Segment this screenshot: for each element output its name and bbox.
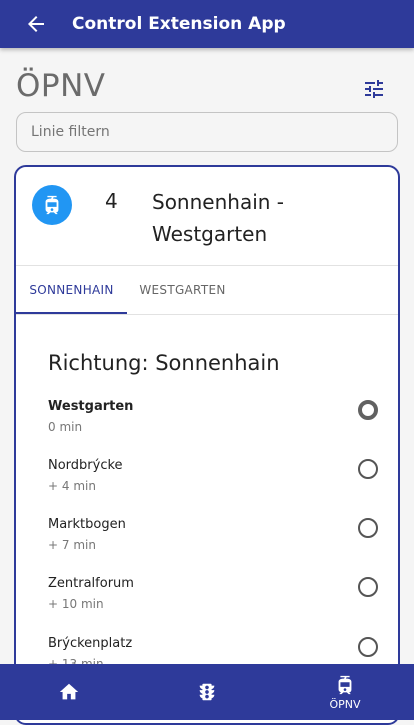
stop-radio[interactable] bbox=[358, 518, 378, 538]
stop-radio[interactable] bbox=[358, 459, 378, 479]
tune-icon[interactable] bbox=[362, 77, 386, 101]
page-title: ÖPNV bbox=[16, 68, 106, 104]
direction-title: Richtung: Sonnenhain bbox=[48, 351, 280, 375]
line-card: 4 Sonnenhain - Westgarten SONNENHAIN WES… bbox=[14, 165, 400, 725]
stop-row[interactable]: Zentralforum + 10 min bbox=[48, 576, 378, 620]
nav-home[interactable] bbox=[0, 664, 138, 720]
nav-opnv-label: ÖPNV bbox=[329, 697, 361, 711]
stop-row[interactable]: Marktbogen + 7 min bbox=[48, 517, 378, 561]
line-badge bbox=[32, 185, 72, 225]
line-number: 4 bbox=[105, 189, 118, 213]
stop-name: Marktbogen bbox=[48, 517, 126, 532]
stop-name: Brýckenplatz bbox=[48, 636, 133, 651]
stop-time: + 10 min bbox=[48, 597, 104, 611]
line-header: 4 Sonnenhain - Westgarten bbox=[16, 167, 398, 266]
stop-time: 0 min bbox=[48, 420, 83, 434]
tab-westgarten[interactable]: WESTGARTEN bbox=[127, 266, 238, 314]
stop-row[interactable]: Nordbrýcke + 4 min bbox=[48, 458, 378, 502]
nav-opnv[interactable]: ÖPNV bbox=[276, 664, 414, 720]
stop-name: Westgarten bbox=[48, 399, 134, 414]
app-title: Control Extension App bbox=[72, 14, 286, 34]
home-icon bbox=[59, 683, 79, 700]
tab-sonnenhain[interactable]: SONNENHAIN bbox=[16, 266, 127, 314]
line-name: Sonnenhain - Westgarten bbox=[152, 190, 285, 246]
stop-radio[interactable] bbox=[358, 577, 378, 597]
tram-icon bbox=[45, 195, 59, 215]
stop-time: + 4 min bbox=[48, 479, 96, 493]
nav-traffic[interactable] bbox=[138, 664, 276, 720]
stop-radio[interactable] bbox=[358, 400, 378, 420]
tram-icon bbox=[338, 675, 352, 694]
back-arrow-icon[interactable] bbox=[24, 12, 48, 36]
tab-indicator bbox=[16, 312, 127, 314]
stop-time: + 7 min bbox=[48, 538, 96, 552]
stop-name: Nordbrýcke bbox=[48, 458, 123, 473]
bottom-navigation: ÖPNV bbox=[0, 664, 414, 720]
line-filter-input[interactable] bbox=[16, 112, 398, 152]
stop-name: Zentralforum bbox=[48, 576, 134, 591]
direction-tabs: SONNENHAIN WESTGARTEN bbox=[16, 266, 398, 315]
stop-radio[interactable] bbox=[358, 637, 378, 657]
traffic-light-icon bbox=[199, 683, 215, 701]
stop-row[interactable]: Westgarten 0 min bbox=[48, 399, 378, 443]
app-bar: Control Extension App bbox=[0, 0, 414, 48]
